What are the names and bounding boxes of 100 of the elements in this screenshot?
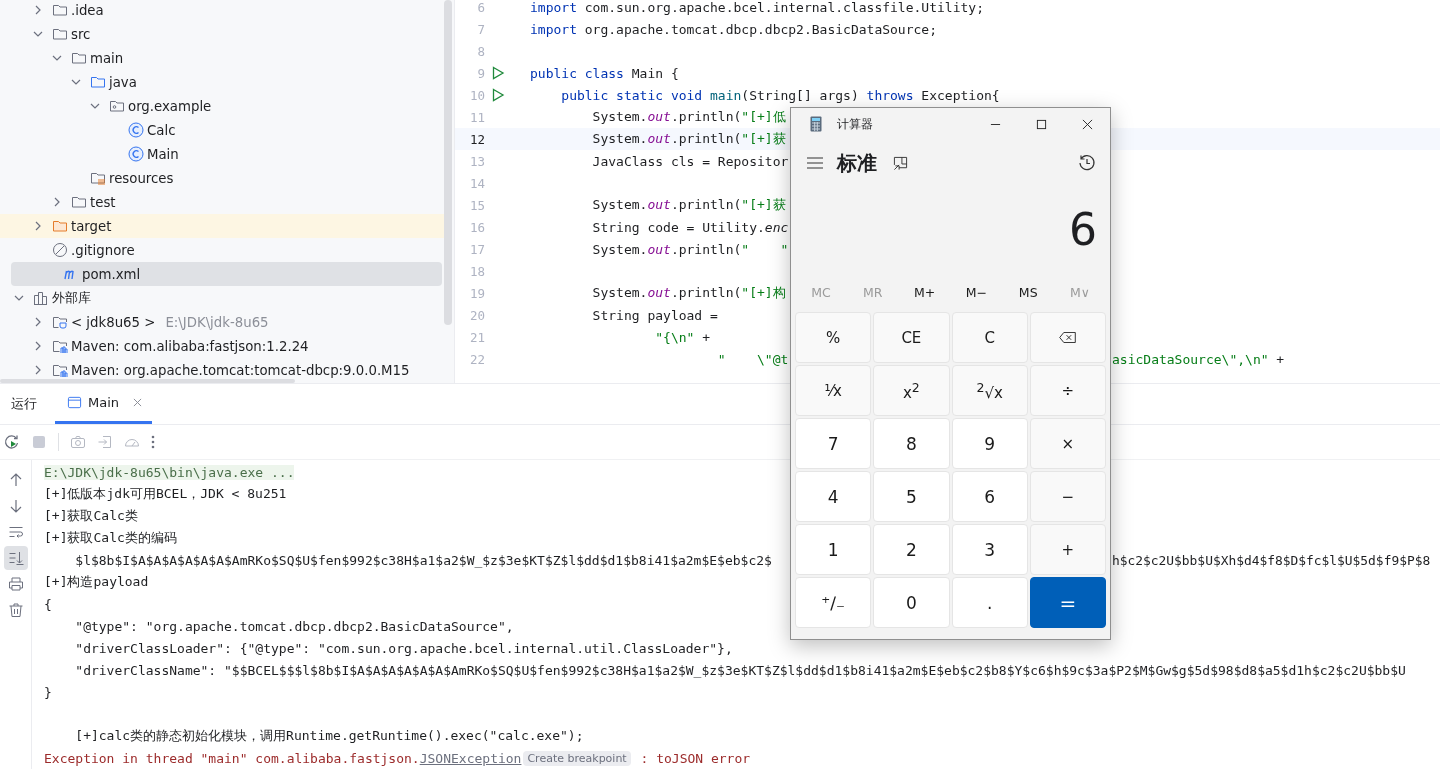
chevron-right-icon[interactable]	[52, 197, 62, 207]
maximize-icon	[1035, 118, 1047, 130]
ignore-file-icon	[52, 242, 68, 258]
console-output: [+]calc类的静态初始化模块，调用Runtime.getRuntime().exec("calc.exe");	[74, 727, 584, 745]
soft-wrap-icon[interactable]	[7, 524, 24, 540]
tree-item[interactable]: .idea	[0, 0, 442, 22]
tree-item[interactable]: Maven: org.apache.tomcat:tomcat-dbcp:9.0.0.M15	[0, 358, 442, 382]
calculator-key[interactable]: =	[1029, 577, 1106, 628]
calculator-key[interactable]: ⁺∕₋	[795, 577, 872, 628]
chevron-down-icon[interactable]	[14, 293, 24, 303]
calculator-key[interactable]: $^{2}$√x	[951, 365, 1028, 416]
calculator-key[interactable]: 6	[951, 471, 1028, 522]
create-breakpoint-button[interactable]: Create breakpoint	[523, 750, 631, 766]
calculator-key[interactable]: C	[951, 312, 1028, 363]
rerun-icon[interactable]	[4, 434, 20, 450]
calculator-key[interactable]: 1	[795, 524, 872, 575]
backspace-icon	[1059, 332, 1077, 343]
code-text: import com.sun.org.apache.bcel.internal.classfile.Utility;	[530, 0, 984, 15]
calculator-key[interactable]: +	[1029, 524, 1106, 575]
line-number: 21	[468, 329, 485, 345]
calculator-key[interactable]: 7	[795, 418, 872, 469]
calculator-key[interactable]: 5	[873, 471, 950, 522]
tree-item[interactable]: pom.xml	[11, 262, 442, 286]
line-number: 7	[476, 21, 485, 37]
menu-icon[interactable]	[807, 157, 823, 169]
calculator-key[interactable]: ⅟x	[795, 365, 872, 416]
scrollbar[interactable]	[444, 0, 452, 325]
line-number: 22	[468, 351, 485, 367]
code-text: "{\n" +	[654, 329, 711, 345]
folder-icon	[71, 194, 87, 210]
calculator-key[interactable]: .	[951, 577, 1028, 628]
calculator-key[interactable]: 2	[873, 524, 950, 575]
line-number: 6	[476, 0, 485, 15]
close-icon[interactable]	[133, 398, 143, 407]
chevron-down-icon[interactable]	[71, 77, 81, 87]
chevron-right-icon[interactable]	[33, 341, 43, 351]
line-number: 15	[468, 197, 485, 213]
code-text: System.out.println("[+]获	[591, 130, 786, 148]
history-icon[interactable]	[1078, 154, 1096, 172]
code-text: public static void main(String[] args) throws Exception{	[560, 87, 1000, 103]
scroll-to-end-button[interactable]	[3, 546, 28, 570]
chevron-down-icon[interactable]	[52, 53, 62, 63]
exception-link[interactable]: JSONException	[419, 750, 522, 766]
tree-item[interactable]: org.example	[0, 94, 442, 118]
console-output: [+]构造payload	[44, 573, 149, 591]
tree-item[interactable]: 外部库	[0, 286, 442, 310]
error-text: : toJSON error	[639, 750, 751, 766]
calculator-key[interactable]: ÷	[1029, 365, 1106, 416]
code-text: System.out.println("[+]构	[591, 284, 786, 302]
tree-item[interactable]: target	[0, 214, 444, 238]
memory-button[interactable]: M+	[899, 284, 950, 300]
tree-item[interactable]: src	[0, 22, 442, 46]
calculator-key[interactable]: %	[795, 312, 872, 363]
run-tab[interactable]: Main	[55, 384, 153, 424]
keep-on-top-icon[interactable]	[893, 155, 908, 171]
code-text: import org.apache.tomcat.dbcp.dbcp2.BasicDataSource;	[530, 21, 937, 37]
code-text: String payload =	[591, 307, 718, 323]
chevron-right-icon[interactable]	[33, 317, 43, 327]
line-number: 17	[468, 241, 485, 257]
folder-icon	[52, 26, 68, 42]
tree-item[interactable]: .gitignore	[0, 238, 442, 262]
run-icon[interactable]	[491, 88, 505, 102]
console-command: E:\JDK\jdk-8u65\bin\java.exe ...	[44, 464, 295, 480]
chevron-down-icon[interactable]	[90, 101, 100, 111]
calculator-key[interactable]: 0	[873, 577, 950, 628]
chevron-right-icon[interactable]	[33, 221, 43, 231]
code-text: JavaClass cls = Repositor	[591, 153, 789, 169]
calculator-key[interactable]: 3	[951, 524, 1028, 575]
resources-folder-icon	[90, 170, 106, 186]
package-folder-icon	[109, 98, 125, 114]
memory-button[interactable]: M−	[951, 284, 1002, 300]
calculator-key[interactable]: 9	[951, 418, 1028, 469]
more-icon[interactable]	[151, 434, 155, 450]
calculator-key[interactable]: ×	[1029, 418, 1106, 469]
calculator-key[interactable]: x$^{2}$	[873, 365, 950, 416]
print-icon[interactable]	[7, 576, 24, 592]
tree-item[interactable]: Maven: com.alibaba:fastjson:1.2.24	[0, 334, 442, 358]
calculator-key[interactable]: 4	[795, 471, 872, 522]
chevron-down-icon[interactable]	[33, 29, 43, 39]
tree-item[interactable]: resources	[0, 166, 442, 190]
tree-item[interactable]: java	[0, 70, 442, 94]
line-number: 9	[476, 65, 485, 81]
calculator-key[interactable]: 8	[873, 418, 950, 469]
calculator-key[interactable]: CE	[873, 312, 950, 363]
console-output: [+]获取Calc类的编码	[44, 529, 177, 547]
tree-item[interactable]: Calc	[0, 118, 442, 142]
line-number: 14	[468, 175, 485, 191]
run-icon[interactable]	[491, 66, 505, 80]
tree-item[interactable]: test	[0, 190, 442, 214]
path-hint: E:\JDK\jdk-8u65	[165, 314, 269, 330]
chevron-right-icon[interactable]	[33, 5, 43, 15]
tree-item[interactable]: Main	[0, 142, 442, 166]
folder-icon	[71, 50, 87, 66]
trash-icon[interactable]	[7, 602, 24, 618]
tree-item[interactable]: < jdk8u65 > E:\JDK\jdk-8u65	[0, 310, 442, 334]
memory-button[interactable]: MS	[1003, 284, 1054, 300]
chevron-right-icon[interactable]	[33, 365, 43, 375]
tree-item[interactable]: main	[0, 46, 442, 70]
calculator-key[interactable]: −	[1029, 471, 1106, 522]
display-value: 6	[1069, 203, 1097, 255]
